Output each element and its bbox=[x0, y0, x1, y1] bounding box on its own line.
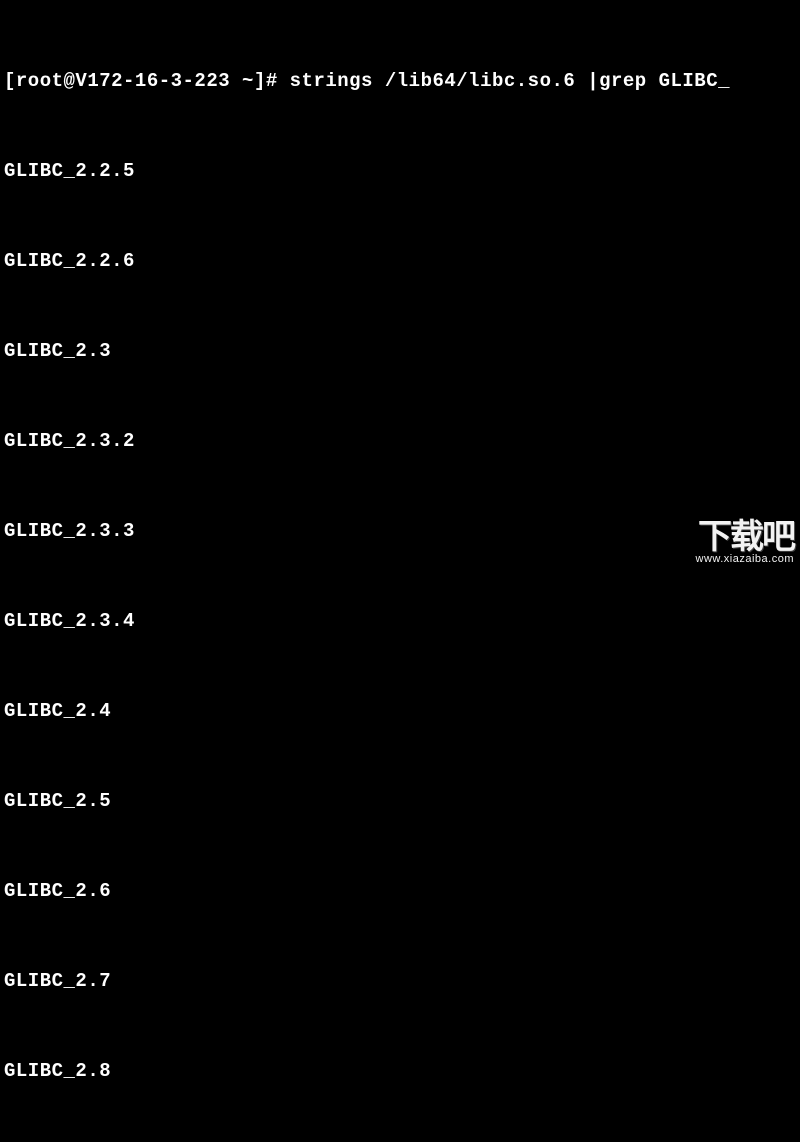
output-line: GLIBC_2.5 bbox=[4, 786, 796, 816]
output-line: GLIBC_2.8 bbox=[4, 1056, 796, 1086]
output-line: GLIBC_2.3.3 bbox=[4, 516, 796, 546]
watermark-logo: 下载吧 bbox=[696, 520, 794, 554]
command-line: [root@V172-16-3-223 ~]# strings /lib64/l… bbox=[4, 66, 796, 96]
output-line: GLIBC_2.4 bbox=[4, 696, 796, 726]
output-line: GLIBC_2.2.5 bbox=[4, 156, 796, 186]
terminal-output[interactable]: [root@V172-16-3-223 ~]# strings /lib64/l… bbox=[4, 6, 796, 1142]
watermark: 下载吧 www.xiazaiba.com bbox=[696, 520, 794, 565]
output-line: GLIBC_2.3.2 bbox=[4, 426, 796, 456]
output-line: GLIBC_2.7 bbox=[4, 966, 796, 996]
output-line: GLIBC_2.6 bbox=[4, 876, 796, 906]
output-line: GLIBC_2.3 bbox=[4, 336, 796, 366]
output-line: GLIBC_2.3.4 bbox=[4, 606, 796, 636]
watermark-url: www.xiazaiba.com bbox=[696, 553, 794, 565]
output-line: GLIBC_2.2.6 bbox=[4, 246, 796, 276]
